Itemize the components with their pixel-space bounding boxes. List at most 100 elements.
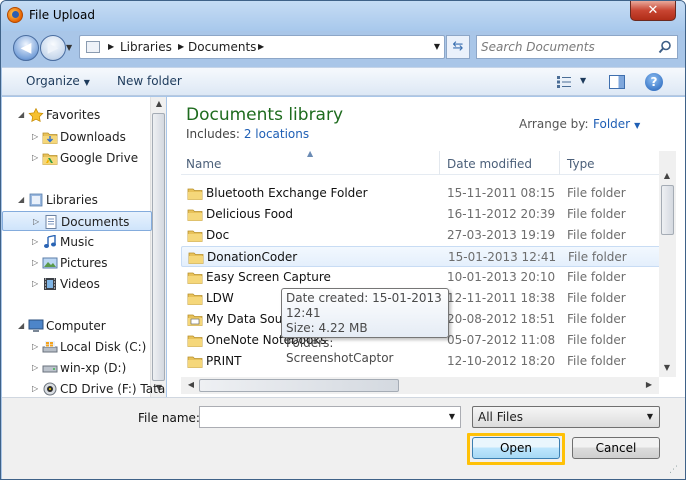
local-disk-icon xyxy=(42,340,58,354)
file-type-filter[interactable]: All Files ▼ xyxy=(472,406,660,428)
expand-arrow-icon[interactable]: ▷ xyxy=(32,232,38,252)
nav-item-computer[interactable]: ◢ Computer xyxy=(2,316,152,336)
arrange-by-dropdown[interactable]: Folder ▼ xyxy=(593,117,640,131)
file-row[interactable]: DonationCoder 15-01-2013 12:41 File folder xyxy=(181,246,661,267)
file-date-modified: 20-08-2012 18:51 xyxy=(447,312,556,326)
file-type: File folder xyxy=(567,186,626,200)
scroll-down-icon[interactable]: ▼ xyxy=(659,363,675,372)
scroll-up-icon[interactable]: ▲ xyxy=(151,99,167,108)
computer-icon xyxy=(28,319,44,333)
expand-arrow-icon[interactable]: ▷ xyxy=(32,274,38,294)
expand-arrow-icon[interactable]: ▷ xyxy=(32,127,38,147)
organize-menu[interactable]: Organize ▼ xyxy=(26,74,90,88)
nav-item-libraries[interactable]: ◢ Libraries xyxy=(2,190,152,210)
chevron-down-icon: ▼ xyxy=(634,121,641,130)
column-divider[interactable] xyxy=(559,151,560,175)
nav-item-pictures[interactable]: ▷ Pictures xyxy=(2,253,152,273)
expand-arrow-icon[interactable]: ▷ xyxy=(32,358,38,378)
column-date-header[interactable]: Date modified xyxy=(447,157,532,171)
new-folder-button[interactable]: New folder xyxy=(117,74,182,88)
nav-item-videos[interactable]: ▷ Videos xyxy=(2,274,152,294)
file-type-value: All Files xyxy=(478,410,524,424)
nav-item-cd-drive-f-tata[interactable]: ▷ CD Drive (F:) Tata xyxy=(2,379,165,399)
scrollbar-thumb[interactable] xyxy=(661,185,674,235)
collapse-arrow-icon[interactable]: ◢ xyxy=(18,316,24,336)
nav-item-favorites[interactable]: ◢ Favorites xyxy=(2,105,152,125)
column-type-header[interactable]: Type xyxy=(567,157,595,171)
expand-arrow-icon[interactable]: ▷ xyxy=(32,253,38,273)
column-divider[interactable] xyxy=(439,151,440,175)
data-sources-folder-icon xyxy=(187,313,203,326)
scroll-right-icon[interactable]: ▶ xyxy=(641,380,657,389)
change-view-icon[interactable] xyxy=(556,75,572,89)
expand-arrow-icon[interactable]: ▷ xyxy=(32,148,38,168)
file-date-modified: 12-11-2011 18:38 xyxy=(447,291,556,305)
back-arrow-icon: ◀ xyxy=(20,40,32,56)
column-headers: ▲ Name Date modified Type xyxy=(181,149,661,175)
collapse-arrow-icon[interactable]: ◢ xyxy=(18,105,24,125)
breadcrumb-separator-icon: ▶ xyxy=(178,42,185,51)
includes-label: Includes: xyxy=(186,127,240,141)
resize-grip-icon[interactable]: ⋰ xyxy=(669,465,678,475)
nav-item-downloads[interactable]: ▷ Downloads xyxy=(2,127,152,147)
nav-item-local-disk-c[interactable]: ▷ Local Disk (C:) xyxy=(2,337,152,357)
nav-item-label: Computer xyxy=(46,319,106,333)
open-button-highlight xyxy=(467,433,565,465)
file-row[interactable]: Delicious Food 16-11-2012 20:39 File folde… xyxy=(181,204,661,225)
nav-item-label: Downloads xyxy=(60,130,126,144)
folder-icon xyxy=(187,334,203,347)
nav-item-music[interactable]: ▷ Music xyxy=(2,232,152,252)
file-list-horizontal-scrollbar[interactable]: ◀ ▶ xyxy=(181,377,659,394)
nav-item-win-xp-d[interactable]: ▷ win-xp (D:) xyxy=(2,358,152,378)
locations-link[interactable]: 2 locations xyxy=(244,127,309,141)
search-input[interactable] xyxy=(481,39,651,55)
collapse-arrow-icon[interactable]: ◢ xyxy=(18,190,24,210)
file-row[interactable]: Doc 27-03-2013 19:19 File folder xyxy=(181,225,661,246)
library-title: Documents library xyxy=(186,105,344,125)
folder-icon xyxy=(187,229,203,242)
help-icon[interactable]: ? xyxy=(645,73,663,91)
forward-button[interactable]: ▶ xyxy=(40,35,66,61)
tooltip-size: Size: 4.22 MB xyxy=(286,321,368,335)
expand-arrow-icon[interactable]: ▷ xyxy=(32,379,38,399)
address-bar[interactable]: ▶ Libraries ▶ Documents ▶ ▼ xyxy=(79,35,445,59)
nav-item-label: Videos xyxy=(60,277,100,291)
back-button[interactable]: ◀ xyxy=(13,35,39,61)
file-row[interactable]: Bluetooth Exchange Folder 15-11-2011 08:1… xyxy=(181,183,661,204)
address-dropdown-icon[interactable]: ▼ xyxy=(434,42,440,51)
expand-arrow-icon[interactable]: ▷ xyxy=(32,337,38,357)
expand-arrow-icon[interactable]: ▷ xyxy=(33,212,39,232)
close-button[interactable]: ✕ xyxy=(630,1,676,21)
file-name-combobox[interactable]: ▼ xyxy=(199,406,461,428)
nav-item-documents[interactable]: ▷ Documents xyxy=(2,211,152,231)
scrollbar-thumb[interactable] xyxy=(152,113,165,381)
recent-pages-dropdown[interactable]: ▼ xyxy=(66,43,72,52)
nav-item-google-drive[interactable]: ▷ Google Drive xyxy=(2,148,152,168)
cancel-button[interactable]: Cancel xyxy=(572,437,660,459)
folder-info-tooltip: Date created: 15-01-2013 12:41 Size: 4.2… xyxy=(281,288,449,365)
file-date-modified: 12-10-2012 18:20 xyxy=(447,354,556,368)
chevron-down-icon[interactable]: ▼ xyxy=(449,412,455,421)
scroll-up-icon[interactable]: ▲ xyxy=(659,171,675,180)
firefox-icon xyxy=(7,7,23,23)
refresh-button[interactable]: ⇆ xyxy=(446,35,470,59)
scroll-left-icon[interactable]: ◀ xyxy=(183,380,199,389)
file-name: LDW xyxy=(206,291,234,305)
scrollbar-thumb[interactable] xyxy=(199,379,399,392)
refresh-icon: ⇆ xyxy=(452,39,464,54)
search-box[interactable] xyxy=(476,35,678,59)
search-icon[interactable] xyxy=(658,40,672,54)
view-options-dropdown[interactable]: ▼ xyxy=(580,76,586,85)
file-row[interactable]: Easy Screen Capture 10-01-2013 20:10 File … xyxy=(181,267,661,288)
breadcrumb-libraries[interactable]: Libraries xyxy=(120,40,172,54)
command-toolbar: Organize ▼ New folder ▼ ? xyxy=(2,67,685,96)
tooltip-folders: Folders: ScreenshotCaptor xyxy=(286,336,394,365)
file-date-modified: 05-07-2012 11:08 xyxy=(447,333,556,347)
breadcrumb-documents[interactable]: Documents xyxy=(188,40,256,54)
file-type: File folder xyxy=(568,250,627,264)
column-name-header[interactable]: Name xyxy=(186,157,221,171)
file-name-input[interactable] xyxy=(203,409,438,425)
navigation-pane-scrollbar[interactable]: ▲ ▼ xyxy=(150,97,166,397)
preview-pane-icon[interactable] xyxy=(609,75,625,89)
file-list-vertical-scrollbar[interactable]: ▲ ▼ xyxy=(659,151,676,377)
